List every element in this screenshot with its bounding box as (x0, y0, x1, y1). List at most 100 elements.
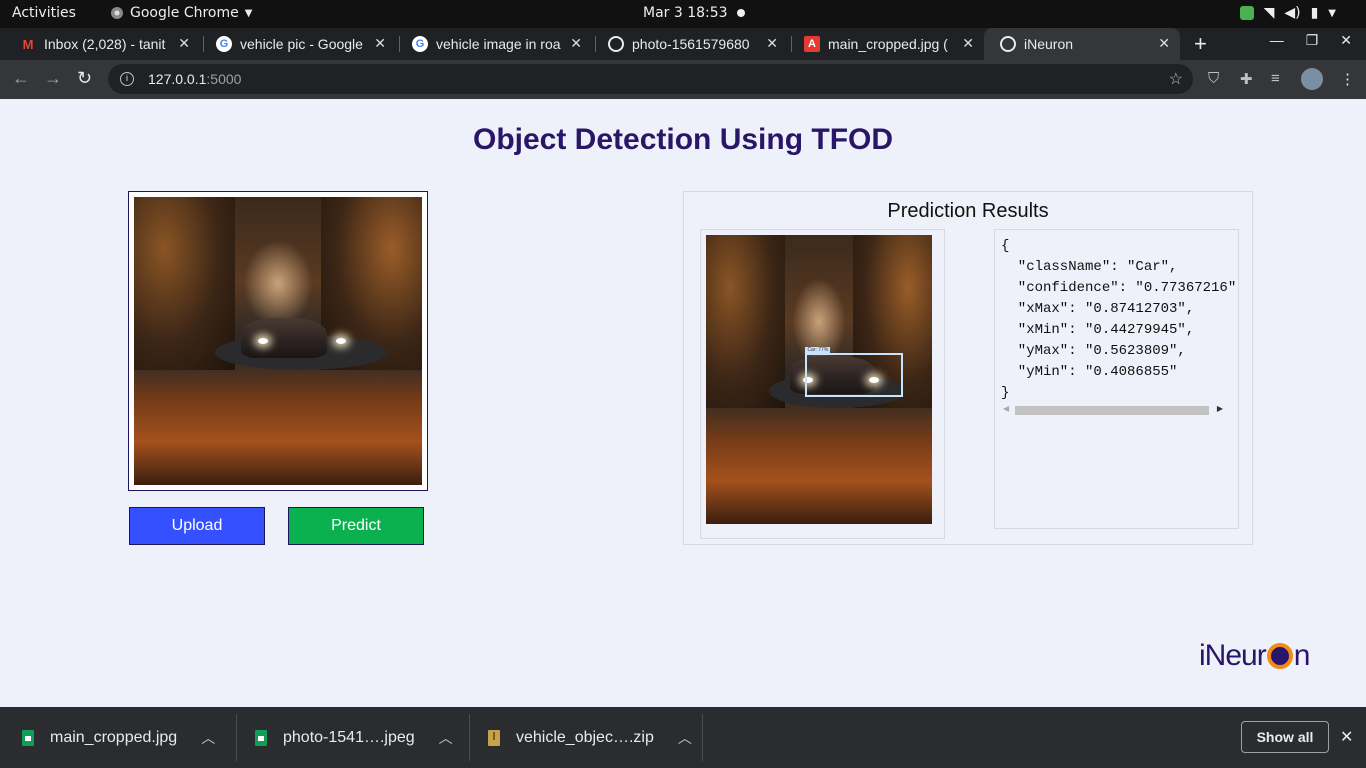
scrollbar-thumb[interactable] (1015, 406, 1209, 415)
notification-dot (737, 9, 745, 17)
download-divider (236, 714, 237, 761)
close-icon[interactable]: ✕ (766, 35, 778, 52)
json-output: { "className": "Car", "confidence": "0.7… (995, 230, 1238, 404)
json-line: "className": "Car", (1001, 259, 1178, 275)
prediction-results-panel: Prediction Results Car: 77% { "className… (683, 191, 1253, 545)
reload-icon[interactable]: ↻ (77, 68, 92, 89)
more-menu-icon[interactable]: ⋮ (1340, 70, 1355, 88)
close-window-icon[interactable]: ✕ (1340, 32, 1352, 49)
app-name: Google Chrome (130, 5, 239, 21)
forward-icon[interactable]: → (44, 68, 62, 89)
chevron-up-icon[interactable]: ︿ (439, 728, 453, 748)
shield-check-icon (1239, 6, 1254, 20)
logo-o-mark (1266, 643, 1293, 669)
chevron-up-icon[interactable]: ︿ (201, 728, 215, 748)
clock[interactable]: Mar 3 18:53 (643, 5, 728, 21)
system-top-bar: Activities Google Chrome ▼ Mar 3 18:53 ◥… (0, 0, 1366, 28)
page-title: Object Detection Using TFOD (472, 123, 894, 156)
wifi-icon: ◥ (1263, 5, 1275, 21)
json-line: "yMax": "0.5623809", (1001, 343, 1186, 359)
globe-icon (608, 36, 624, 52)
json-line: { (1001, 238, 1010, 254)
browser-toolbar: ← → ↻ i 127.0.0.1:5000 ☆ ⛉ ✚ ≡ ⋮ (0, 60, 1366, 99)
horizontal-scrollbar[interactable]: ◀ ▶ (1001, 404, 1231, 416)
download-divider (469, 714, 470, 761)
app-menu[interactable]: Google Chrome ▼ (110, 5, 252, 21)
json-output-box[interactable]: { "className": "Car", "confidence": "0.7… (994, 229, 1239, 529)
tab-title: main_cropped.jpg ( (828, 36, 948, 52)
results-title: Prediction Results (887, 200, 1049, 222)
downloads-bar: main_cropped.jpg ︿ photo-1541….jpeg ︿ ve… (0, 707, 1366, 768)
uploaded-image-frame (128, 191, 428, 491)
detection-bounding-box: Car: 77% (805, 347, 903, 397)
system-tray[interactable]: ◥ ◀) ▮ ▼ (1239, 5, 1336, 21)
result-image-frame: Car: 77% (700, 229, 945, 539)
tab-vehicle-image[interactable]: G vehicle image in roa ✕ (396, 28, 592, 60)
json-line: "confidence": "0.77367216" (1001, 280, 1237, 296)
tab-title: photo-1561579680 (632, 36, 750, 52)
download-filename: vehicle_objec….zip (516, 728, 654, 746)
chrome-icon (111, 7, 123, 19)
json-line: "xMax": "0.87412703", (1001, 301, 1195, 317)
address-bar[interactable]: i 127.0.0.1:5000 ☆ (108, 64, 1193, 94)
close-icon[interactable]: ✕ (178, 35, 190, 52)
battery-icon: ▮ (1310, 5, 1319, 21)
new-tab-button[interactable]: + (1194, 31, 1207, 57)
back-icon[interactable]: ← (12, 68, 30, 89)
tab-strip: M Inbox (2,028) - tanit ✕ G vehicle pic … (0, 28, 1366, 60)
download-item[interactable]: vehicle_objec….zip ︿ (488, 707, 692, 768)
info-icon[interactable]: i (120, 72, 134, 86)
chevron-up-icon[interactable]: ︿ (678, 728, 692, 748)
json-line: "xMin": "0.44279945", (1001, 322, 1195, 338)
close-icon[interactable]: ✕ (374, 35, 386, 52)
chevron-down-icon: ▼ (1328, 7, 1336, 19)
profile-avatar[interactable] (1301, 68, 1323, 90)
predict-button[interactable]: Predict (288, 507, 424, 545)
google-icon: G (216, 36, 232, 52)
zip-file-icon (488, 729, 500, 746)
upload-button[interactable]: Upload (129, 507, 265, 545)
tab-title: Inbox (2,028) - tanit (44, 36, 166, 52)
close-icon[interactable]: ✕ (962, 35, 974, 52)
tab-photo[interactable]: photo-1561579680 ✕ (592, 28, 788, 60)
download-divider (702, 714, 703, 761)
close-icon[interactable]: ✕ (1158, 35, 1170, 52)
page-content: Object Detection Using TFOD Upload Predi… (0, 99, 1366, 707)
extensions-puzzle-icon[interactable]: ✚ (1240, 70, 1253, 88)
restore-icon[interactable]: ❐ (1306, 32, 1319, 49)
tab-gmail[interactable]: M Inbox (2,028) - tanit ✕ (4, 28, 200, 60)
media-control-icon[interactable]: ≡ (1271, 70, 1280, 87)
volume-icon: ◀) (1284, 5, 1301, 21)
scroll-right-arrow-icon[interactable]: ▶ (1217, 404, 1223, 413)
uploaded-image (134, 197, 422, 485)
bookmark-star-icon[interactable]: ☆ (1169, 69, 1183, 89)
scroll-left-arrow-icon[interactable]: ◀ (1003, 404, 1009, 413)
json-line: } (1001, 385, 1010, 401)
url-port: :5000 (206, 71, 242, 87)
download-filename: photo-1541….jpeg (283, 728, 415, 746)
tab-title: iNeuron (1024, 36, 1074, 52)
tab-vehicle-pic[interactable]: G vehicle pic - Google ✕ (200, 28, 396, 60)
gmail-icon: M (22, 36, 34, 52)
tab-main-cropped[interactable]: A main_cropped.jpg ( ✕ (788, 28, 984, 60)
activities-button[interactable]: Activities (12, 5, 76, 21)
logo-text-end: n (1293, 639, 1311, 672)
close-icon[interactable]: ✕ (570, 35, 582, 52)
download-item[interactable]: main_cropped.jpg ︿ (22, 707, 215, 768)
google-icon: G (412, 36, 428, 52)
tab-ineuron[interactable]: iNeuron ✕ (984, 28, 1180, 60)
minimize-icon[interactable]: — (1270, 32, 1284, 49)
download-item[interactable]: photo-1541….jpeg ︿ (255, 707, 453, 768)
logo-text-start: iNeur (1199, 639, 1267, 672)
pdf-icon: A (804, 36, 820, 52)
shield-extension-icon[interactable]: ⛉ (1208, 70, 1219, 87)
ineuron-logo: iNeur n (1199, 639, 1311, 673)
window-controls: — ❐ ✕ (1270, 32, 1352, 49)
close-icon[interactable]: ✕ (1340, 727, 1353, 747)
caret-down-icon: ▼ (244, 7, 253, 19)
globe-icon (1000, 36, 1016, 52)
url-host: 127.0.0.1 (148, 71, 207, 87)
image-file-icon (22, 729, 34, 746)
image-file-icon (255, 729, 267, 746)
show-all-button[interactable]: Show all (1241, 721, 1329, 753)
